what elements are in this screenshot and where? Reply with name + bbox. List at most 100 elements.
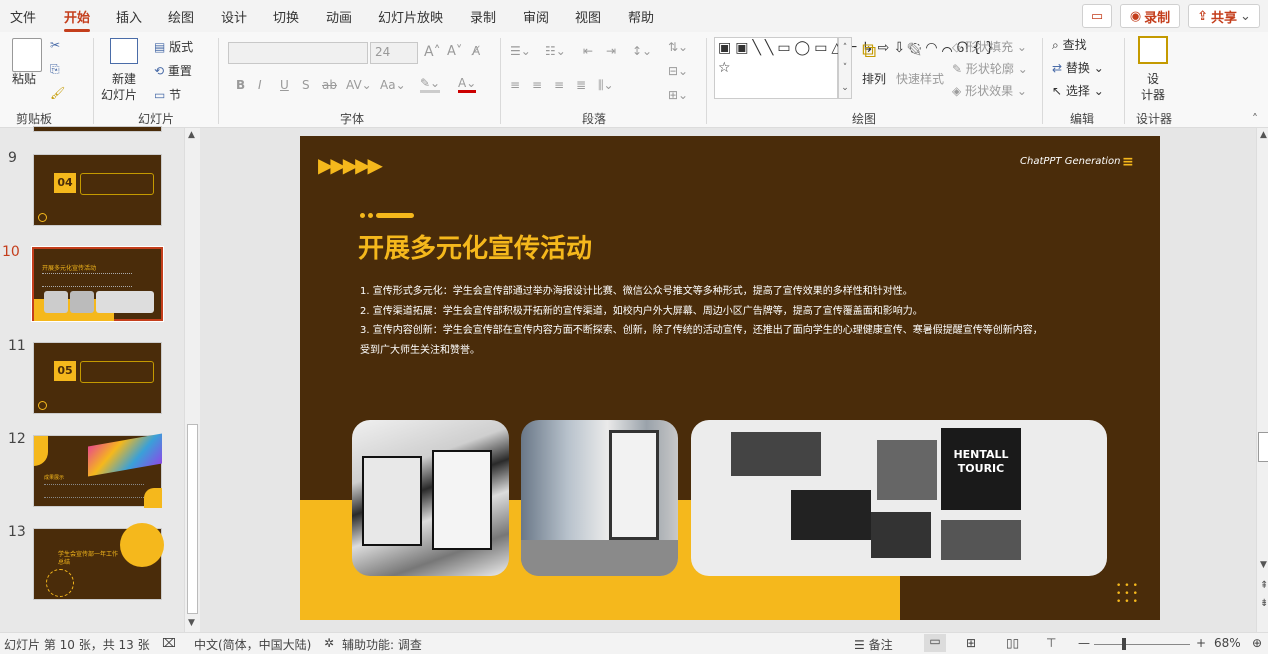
line-spacing-icon[interactable]: ↕⌄ [632, 44, 652, 58]
font-name-combo[interactable] [228, 42, 368, 64]
arrange-button[interactable]: 排列 [862, 70, 886, 87]
decrease-font-icon[interactable]: A˅ [447, 44, 462, 59]
columns-icon[interactable]: ⫼⌄ [598, 78, 614, 93]
char-spacing-icon[interactable]: AV⌄ [346, 78, 372, 92]
smartart-icon[interactable]: ⊞⌄ [668, 88, 688, 102]
underline-button[interactable]: U [280, 78, 289, 92]
slide-title[interactable]: 开展多元化宣传活动 [358, 228, 592, 265]
tab-slideshow[interactable]: 幻灯片放映 [378, 7, 443, 26]
tab-transitions[interactable]: 切换 [273, 7, 299, 26]
bullets-icon[interactable]: ☰⌄ [510, 44, 531, 58]
slide-thumbnail-10[interactable]: 开展多元化宣传活动 [31, 246, 164, 322]
shape-outline-button[interactable]: ✎ 形状轮廓 ⌄ [952, 60, 1028, 77]
slide-thumbnail-9[interactable]: 04 [33, 154, 162, 226]
collapse-ribbon-icon[interactable]: ˄ [1252, 112, 1258, 126]
comments-button[interactable]: ▭ [1082, 4, 1112, 28]
layout-button[interactable]: ▤ 版式 [154, 38, 193, 55]
new-slide-icon[interactable] [110, 38, 138, 64]
slide-thumbnail-11[interactable]: 05 [33, 342, 162, 414]
scroll-up-icon[interactable]: ▲ [1260, 130, 1267, 140]
spellcheck-icon[interactable]: ⌧ [162, 636, 176, 650]
slide-thumbnail-8-partial[interactable] [33, 126, 162, 132]
strike-button[interactable]: ab [322, 78, 337, 92]
tab-insert[interactable]: 插入 [116, 7, 142, 26]
shadow-button[interactable]: S [302, 78, 310, 92]
zoom-level[interactable]: 68% [1214, 636, 1241, 650]
language-indicator[interactable]: 中文(简体，中国大陆) [194, 636, 311, 653]
increase-indent-icon[interactable]: ⇥ [606, 44, 616, 58]
thumbnail-scrollbar[interactable]: ▲ ▼ [184, 128, 200, 632]
record-button[interactable]: ◉ 录制 [1120, 4, 1180, 28]
zoom-out-icon[interactable]: — [1078, 636, 1090, 650]
format-painter-icon[interactable]: 🖌 [50, 86, 65, 100]
scroll-down-icon[interactable]: ▼ [1260, 560, 1267, 570]
quick-styles-button[interactable]: 快速样式 [896, 70, 944, 87]
scroll-thumb[interactable] [187, 424, 198, 614]
shape-fill-button[interactable]: ◇ 形状填充 ⌄ [952, 38, 1027, 55]
next-slide-icon[interactable]: ⇟ [1260, 598, 1268, 609]
slide-sorter-icon[interactable]: ⊞ [966, 636, 976, 650]
reading-view-icon[interactable]: ▯▯ [1006, 636, 1019, 650]
cut-icon[interactable]: ✂ [50, 38, 60, 52]
clear-format-icon[interactable]: A̸ [472, 44, 480, 58]
shapes-gallery-scroll[interactable]: ˄ ˅ ⌄ [838, 37, 852, 99]
copy-icon[interactable]: ⎘ [50, 62, 60, 77]
scroll-thumb[interactable] [1258, 432, 1268, 462]
slideshow-view-icon[interactable]: ⊤ [1046, 636, 1056, 650]
tab-draw[interactable]: 绘图 [168, 7, 194, 26]
align-text-icon[interactable]: ⊟⌄ [668, 64, 688, 78]
replace-button[interactable]: ⇄ 替换 ⌄ [1052, 59, 1104, 76]
align-left-icon[interactable]: ≡ [510, 78, 520, 92]
photo-poster-board[interactable] [352, 420, 509, 576]
fit-slide-icon[interactable]: ⊕ [1252, 636, 1262, 650]
tab-record[interactable]: 录制 [470, 7, 496, 26]
scroll-down-icon[interactable]: ▼ [188, 618, 195, 628]
new-slide-button[interactable]: 新建 [112, 70, 136, 87]
tab-view[interactable]: 视图 [575, 7, 601, 26]
prev-slide-icon[interactable]: ⇞ [1260, 580, 1268, 591]
shapes-gallery[interactable]: ▣▣╲╲▭◯▭△⌐↳⇨⇩◌◠⌒ᘏ{}☆ [714, 37, 994, 99]
paste-button[interactable]: 粘贴 [12, 70, 36, 87]
shape-effects-button[interactable]: ◈ 形状效果 ⌄ [952, 82, 1027, 99]
zoom-slider-thumb[interactable] [1122, 638, 1126, 650]
zoom-slider-track[interactable] [1094, 644, 1190, 645]
paste-icon[interactable] [12, 38, 42, 72]
find-button[interactable]: ⌕ 查找 [1052, 36, 1087, 53]
highlight-icon[interactable]: ✎⌄ [420, 76, 441, 93]
photo-outdoor-boards[interactable] [521, 420, 678, 576]
text-direction-icon[interactable]: ⇅⌄ [668, 40, 688, 54]
tab-animations[interactable]: 动画 [326, 7, 352, 26]
tab-review[interactable]: 审阅 [523, 7, 549, 26]
tab-design[interactable]: 设计 [221, 7, 247, 26]
font-size-combo[interactable]: 24 [370, 42, 418, 64]
designer-icon[interactable] [1138, 36, 1168, 64]
scroll-up-icon[interactable]: ▲ [188, 130, 195, 140]
increase-font-icon[interactable]: A˄ [424, 44, 441, 60]
canvas-scrollbar[interactable]: ▲ ▼ ⇞ ⇟ [1256, 128, 1268, 632]
slide-thumbnail-12[interactable]: 成果展示 [33, 433, 162, 508]
slide-body[interactable]: 1. 宣传形式多元化：学生会宣传部通过举办海报设计比赛、微信公众号推文等多种形式… [360, 282, 1130, 360]
designer-button[interactable]: 设 [1147, 70, 1159, 87]
quick-styles-icon[interactable]: ✎ [906, 38, 923, 62]
normal-view-icon[interactable]: ▭ [924, 634, 946, 652]
tab-help[interactable]: 帮助 [628, 7, 654, 26]
slide-thumbnail-13[interactable]: 学生会宣传部一年工作总结 [33, 523, 164, 600]
decrease-indent-icon[interactable]: ⇤ [583, 44, 593, 58]
font-color-icon[interactable]: A⌄ [458, 76, 477, 93]
change-case-icon[interactable]: Aa⌄ [380, 78, 406, 92]
align-center-icon[interactable]: ≡ [532, 78, 542, 92]
reset-button[interactable]: ⟲ 重置 [154, 62, 192, 79]
select-button[interactable]: ↖ 选择 ⌄ [1052, 82, 1104, 99]
align-right-icon[interactable]: ≡ [554, 78, 564, 92]
notes-button[interactable]: ☰ 备注 [854, 636, 893, 653]
italic-button[interactable]: I [258, 78, 262, 92]
accessibility-status[interactable]: 辅助功能: 调查 [342, 636, 422, 653]
tab-home[interactable]: 开始 [64, 7, 91, 32]
zoom-in-icon[interactable]: + [1196, 636, 1206, 650]
tab-file[interactable]: 文件 [10, 7, 36, 26]
arrange-icon[interactable]: ⧉ [862, 38, 888, 64]
justify-icon[interactable]: ≣ [576, 78, 586, 92]
bold-button[interactable]: B [236, 78, 245, 92]
photo-poster-wall[interactable]: HENTALL TOURIC [691, 420, 1107, 576]
current-slide[interactable]: ▶▶▶▶▶ ChatPPT Generation ≡ 开展多元化宣传活动 1. … [300, 136, 1160, 620]
